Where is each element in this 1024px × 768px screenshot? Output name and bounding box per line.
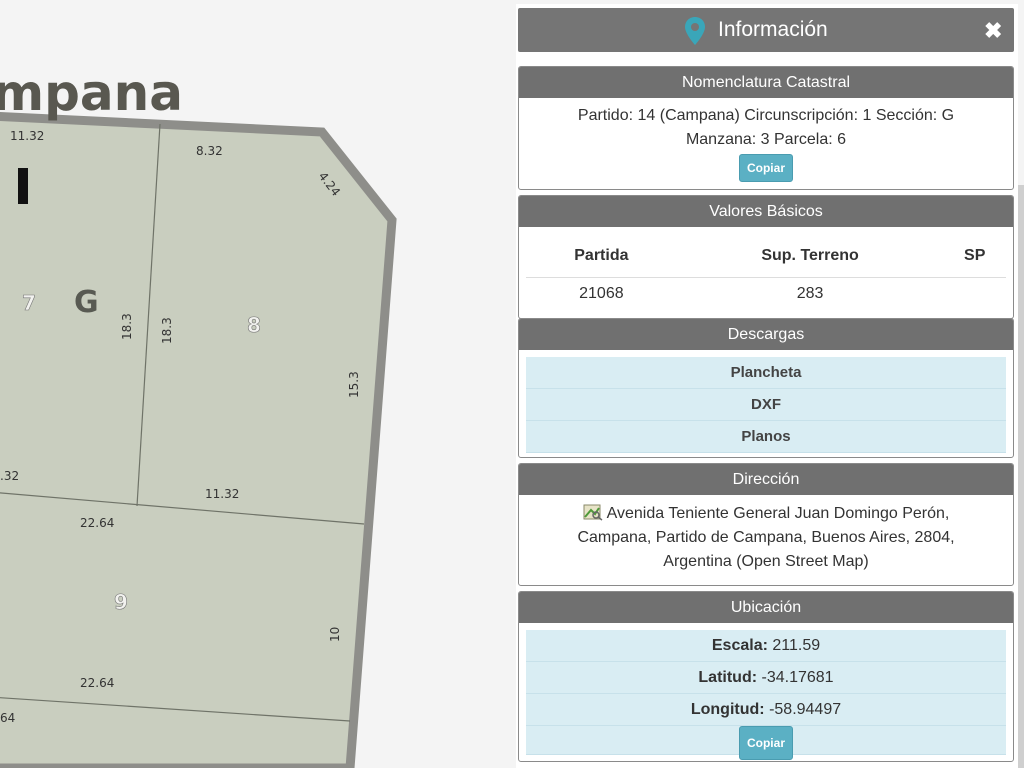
column-header: Sup. Terreno bbox=[676, 235, 944, 278]
parcel-number-9: 9 bbox=[114, 590, 128, 614]
measure-label: 10 bbox=[328, 627, 342, 642]
circunscripcion-numeral bbox=[18, 168, 28, 204]
partida-value: 21068 bbox=[579, 285, 624, 302]
table-row: 21068 283 bbox=[526, 278, 1006, 311]
direccion-section: Dirección Avenida Teniente General Juan … bbox=[518, 463, 1014, 586]
parcel-number-7: 7 bbox=[22, 291, 36, 315]
section-heading: Ubicación bbox=[519, 592, 1013, 623]
nomenclatura-line: Partido: 14 (Campana) Circunscripción: 1… bbox=[577, 107, 955, 124]
nomenclatura-section: Nomenclatura Catastral Partido: 14 (Camp… bbox=[518, 66, 1014, 190]
panel-scrollbar[interactable] bbox=[1018, 185, 1024, 768]
section-heading: Dirección bbox=[519, 464, 1013, 495]
block-outline bbox=[0, 111, 397, 768]
escala-value: 211.59 bbox=[772, 637, 821, 654]
descargas-section: Descargas Plancheta DXF Planos bbox=[518, 318, 1014, 458]
info-panel: Información ✖ Nomenclatura Catastral Par… bbox=[516, 4, 1018, 768]
section-heading: Descargas bbox=[519, 319, 1013, 350]
measure-label: 11.32 bbox=[10, 129, 44, 143]
parcel-number-8: 8 bbox=[247, 313, 261, 337]
map-pin-icon bbox=[685, 17, 705, 45]
valores-table: Partida Sup. Terreno SP 21068 283 bbox=[526, 235, 1006, 310]
block-letter: G bbox=[74, 285, 99, 320]
ubicacion-section: Ubicación Escala: 211.59 Latitud: -34.17… bbox=[518, 591, 1014, 762]
escala-row: Escala: 211.59 bbox=[526, 630, 1006, 662]
map-thumbnail-icon[interactable] bbox=[583, 503, 603, 521]
download-dxf-link[interactable]: DXF bbox=[526, 389, 1006, 421]
sp-value bbox=[943, 278, 1006, 311]
measure-label: 8.32 bbox=[196, 144, 223, 158]
close-icon[interactable]: ✖ bbox=[984, 18, 1002, 44]
escala-label: Escala: bbox=[711, 637, 768, 654]
measure-label: 15.3 bbox=[347, 371, 361, 398]
measure-label: 18.3 bbox=[120, 313, 134, 340]
address-line: Campana, Partido de Campana, Buenos Aire… bbox=[577, 529, 955, 546]
panel-title: Información bbox=[718, 18, 828, 41]
measure-label: 64 bbox=[0, 711, 15, 725]
measure-label: 11.32 bbox=[205, 487, 239, 501]
copy-nomenclatura-button[interactable]: Copiar bbox=[738, 154, 793, 182]
measure-label: 22.64 bbox=[80, 516, 114, 530]
column-header: SP bbox=[943, 235, 1006, 278]
valores-basicos-section: Valores Básicos Partida Sup. Terreno SP … bbox=[518, 195, 1014, 319]
download-planos-link[interactable]: Planos bbox=[526, 421, 1006, 453]
longitud-row: Longitud: -58.94497 bbox=[526, 694, 1006, 726]
column-header: Partida bbox=[526, 235, 677, 278]
address-line: Avenida Teniente General Juan Domingo Pe… bbox=[606, 505, 950, 522]
longitud-value: -58.94497 bbox=[769, 701, 842, 718]
latitud-value: -34.17681 bbox=[761, 669, 834, 686]
download-plancheta-link[interactable]: Plancheta bbox=[526, 357, 1006, 389]
copy-row: Copiar bbox=[526, 726, 1006, 760]
nomenclatura-line: Manzana: 3 Parcela: 6 bbox=[685, 131, 847, 148]
measure-label: .32 bbox=[0, 469, 19, 483]
panel-header: Información ✖ bbox=[518, 8, 1014, 52]
measure-label: 22.64 bbox=[80, 676, 114, 690]
section-heading: Valores Básicos bbox=[519, 196, 1013, 227]
measure-label: 18.3 bbox=[160, 317, 174, 344]
latitud-label: Latitud: bbox=[698, 669, 758, 686]
latitud-row: Latitud: -34.17681 bbox=[526, 662, 1006, 694]
address-line: Argentina (Open Street Map) bbox=[663, 553, 869, 570]
longitud-label: Longitud: bbox=[690, 701, 765, 718]
sup-terreno-value: 283 bbox=[796, 285, 824, 302]
copy-ubicacion-button[interactable]: Copiar bbox=[738, 726, 793, 760]
section-heading: Nomenclatura Catastral bbox=[519, 67, 1013, 98]
locality-label: mpana bbox=[0, 64, 183, 122]
